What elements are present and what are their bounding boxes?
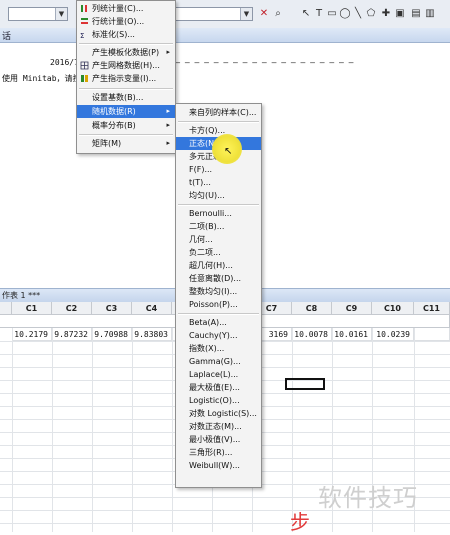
zoom-icon[interactable]: ⌕ xyxy=(272,8,284,20)
column-stats-icon xyxy=(81,5,87,12)
grid-col-line xyxy=(132,328,133,532)
toolbar-combo-left[interactable]: ▼ xyxy=(8,7,68,21)
menu-item-random-data[interactable]: 随机数据(R) ▸ xyxy=(77,105,175,118)
submenu-item-20[interactable]: 最大极值(E)... xyxy=(176,381,261,394)
more-icon[interactable]: ▤ xyxy=(410,8,422,20)
submenu-item-12[interactable]: 任意离散(D)... xyxy=(176,272,261,285)
menu-separator xyxy=(178,204,259,206)
menu-separator xyxy=(79,134,173,136)
toolbar: ▼ ▼ ✕ ⌕ ↖ T ▭ ◯ ╲ ⬠ ✚ ▣ ▤ ▥ xyxy=(0,0,450,29)
grid-cell[interactable] xyxy=(414,328,450,341)
submenu-item-23[interactable]: 对数正态(M)... xyxy=(176,420,261,433)
submenu-item-7[interactable]: Bernoulli... xyxy=(176,207,261,220)
grid-col-line xyxy=(92,328,93,532)
column-header-C3[interactable]: C3 xyxy=(92,302,132,315)
grid-row-line xyxy=(0,523,450,524)
watermark-red-char: 步 xyxy=(290,510,310,534)
row-stats-icon xyxy=(81,18,88,24)
watermark-text: 软件技巧 xyxy=(318,484,418,512)
submenu-arrow-icon: ▸ xyxy=(166,48,170,56)
close-icon[interactable]: ✕ xyxy=(258,8,270,20)
menu-item-column-stats[interactable]: 列统计量(C)... xyxy=(77,2,175,15)
submenu-item-18[interactable]: Gamma(G)... xyxy=(176,355,261,368)
grid-col-line xyxy=(12,328,13,532)
grid-col-line xyxy=(52,328,53,532)
submenu-item-4[interactable]: F(F)... xyxy=(176,163,261,176)
submenu-arrow-icon: ▸ xyxy=(166,107,170,115)
menu-item-mesh-data[interactable]: 产生网格数据(H)... xyxy=(77,59,175,72)
menu-separator xyxy=(79,43,173,45)
chevron-down-icon[interactable]: ▼ xyxy=(240,8,252,20)
menu-item-standardize[interactable]: Σ 标准化(S)... xyxy=(77,28,175,41)
column-header-C4[interactable]: C4 xyxy=(132,302,172,315)
column-header-C9[interactable]: C9 xyxy=(332,302,372,315)
grid-cell[interactable]: 10.2179 xyxy=(12,328,52,341)
grid-cell[interactable]: 9.83803 xyxy=(132,328,172,341)
menu-item-probability-distributions[interactable]: 概率分布(B) ▸ xyxy=(77,119,175,132)
toolbar-combo-right[interactable]: ▼ xyxy=(175,7,253,21)
submenu-item-6[interactable]: 均匀(U)... xyxy=(176,189,261,202)
menu-item-matrices[interactable]: 矩阵(M) ▸ xyxy=(77,137,175,150)
line-icon[interactable]: ╲ xyxy=(352,8,364,20)
column-header-C8[interactable]: C8 xyxy=(292,302,332,315)
menu-separator xyxy=(178,121,259,123)
submenu-item-26[interactable]: Weibull(W)... xyxy=(176,459,261,472)
submenu-item-25[interactable]: 三角形(R)... xyxy=(176,446,261,459)
calc-menu: 列统计量(C)... 行统计量(O)... Σ 标准化(S)... 产生模板化数… xyxy=(76,0,176,154)
polygon-icon[interactable]: ⬠ xyxy=(365,8,377,20)
options-icon[interactable]: ▥ xyxy=(424,8,436,20)
submenu-item-21[interactable]: Logistic(O)... xyxy=(176,394,261,407)
menu-item-indicator[interactable]: 产生指示变量(I)... xyxy=(77,72,175,85)
worksheet-title: 作表 1 *** xyxy=(2,291,41,300)
fill-icon[interactable]: ▣ xyxy=(394,8,406,20)
active-cell[interactable] xyxy=(285,378,325,390)
text-icon[interactable]: T xyxy=(313,8,325,20)
pointer-icon[interactable]: ↖ xyxy=(300,8,312,20)
grid-cell[interactable]: 10.0239 xyxy=(372,328,414,341)
submenu-item-24[interactable]: 最小极值(V)... xyxy=(176,433,261,446)
submenu-item-5[interactable]: t(T)... xyxy=(176,176,261,189)
grid-cell[interactable]: 9.70988 xyxy=(92,328,132,341)
submenu-item-13[interactable]: 整数均匀(I)... xyxy=(176,285,261,298)
grid-cell[interactable]: 9.87232 xyxy=(52,328,92,341)
column-header-C10[interactable]: C10 xyxy=(372,302,414,315)
submenu-item-9[interactable]: 几何... xyxy=(176,233,261,246)
column-header-C1[interactable]: C1 xyxy=(12,302,52,315)
submenu-item-15[interactable]: Beta(A)... xyxy=(176,316,261,329)
grid-corner[interactable] xyxy=(0,302,12,315)
submenu-item-19[interactable]: Laplace(L)... xyxy=(176,368,261,381)
menu-item-row-stats[interactable]: 行统计量(O)... xyxy=(77,15,175,28)
menu-separator xyxy=(79,88,173,90)
submenu-arrow-icon: ▸ xyxy=(166,139,170,147)
grid-cell[interactable]: 10.0161 xyxy=(332,328,372,341)
rectangle-icon[interactable]: ▭ xyxy=(326,8,338,20)
session-titlebar: 话 xyxy=(0,28,450,43)
menu-item-set-base[interactable]: 设置基数(B)... xyxy=(77,91,175,104)
grid-data-icon xyxy=(80,61,89,70)
marker-icon[interactable]: ✚ xyxy=(380,8,392,20)
svg-text:Σ: Σ xyxy=(80,32,84,39)
grid-col-line xyxy=(292,328,293,532)
mouse-cursor-icon: ↖ xyxy=(224,146,233,157)
session-title: 话 xyxy=(2,32,12,42)
submenu-item-8[interactable]: 二项(B)... xyxy=(176,220,261,233)
ellipse-icon[interactable]: ◯ xyxy=(339,8,351,20)
column-header-C2[interactable]: C2 xyxy=(52,302,92,315)
submenu-item-14[interactable]: Poisson(P)... xyxy=(176,298,261,311)
submenu-item-17[interactable]: 指数(X)... xyxy=(176,342,261,355)
menu-separator xyxy=(178,313,259,315)
grid-cell[interactable]: 10.0078 xyxy=(292,328,332,341)
grid-col-line xyxy=(172,328,173,532)
submenu-item-22[interactable]: 对数 Logistic(S)... xyxy=(176,407,261,420)
submenu-arrow-icon: ▸ xyxy=(166,121,170,129)
submenu-item-0[interactable]: 来自列的样本(C)... xyxy=(176,106,261,119)
submenu-item-10[interactable]: 负二项... xyxy=(176,246,261,259)
standardize-icon: Σ xyxy=(80,32,84,39)
menu-item-patterned-data[interactable]: 产生模板化数据(P) ▸ xyxy=(77,46,175,59)
submenu-item-11[interactable]: 超几何(H)... xyxy=(176,259,261,272)
chevron-down-icon[interactable]: ▼ xyxy=(55,8,67,20)
submenu-item-16[interactable]: Cauchy(Y)... xyxy=(176,329,261,342)
indicator-icon xyxy=(81,75,88,82)
column-header-C11[interactable]: C11 xyxy=(414,302,450,315)
